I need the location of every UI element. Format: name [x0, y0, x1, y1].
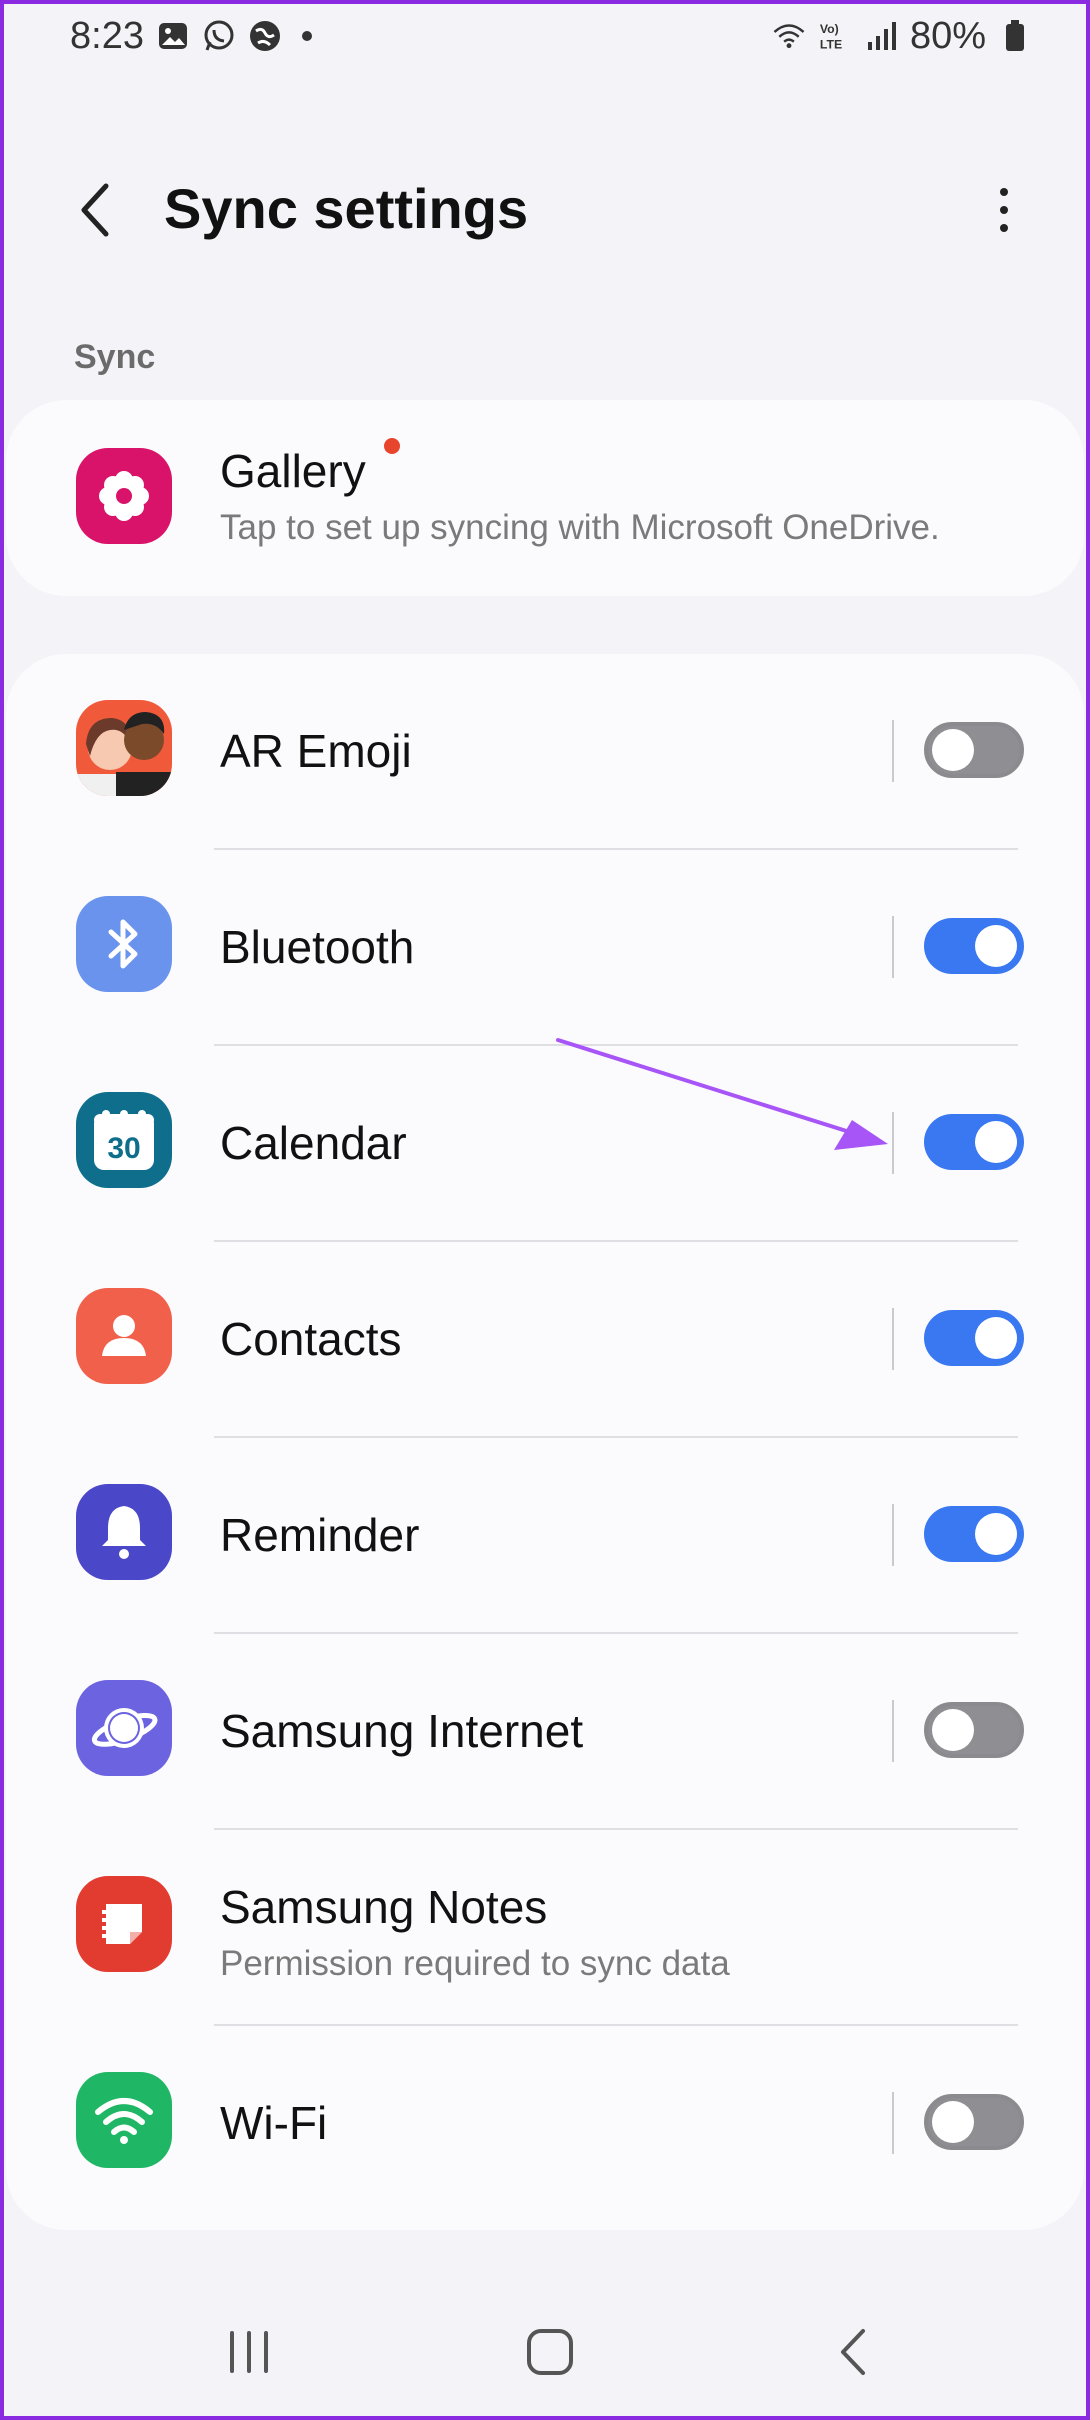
- whatsapp-icon: [202, 19, 236, 53]
- page-title: Sync settings: [164, 177, 529, 240]
- wifi-toggle[interactable]: [924, 2094, 1024, 2150]
- app-name: Samsung Internet: [220, 1705, 584, 1757]
- app-name: Samsung Notes: [220, 1881, 548, 1933]
- wifi-calling-icon: [772, 19, 806, 53]
- notification-badge: [384, 438, 400, 454]
- volte-icon: Vo) LTE: [818, 19, 852, 53]
- home-button[interactable]: [515, 2322, 585, 2382]
- section-label-sync: Sync: [74, 338, 156, 376]
- list-item-wifi[interactable]: Wi-Fi: [6, 2026, 1084, 2222]
- separator: [892, 1308, 894, 1370]
- battery-percent: 80%: [909, 14, 986, 57]
- status-bar: 8:23 Vo) LTE 80%: [0, 0, 1090, 72]
- calendar-icon: 30: [76, 1092, 172, 1188]
- navigation-bar: [0, 2300, 1090, 2400]
- signal-icon: [864, 19, 898, 53]
- gallery-subtitle: Tap to set up syncing with Microsoft One…: [220, 508, 940, 547]
- svg-text:Vo): Vo): [820, 22, 839, 36]
- list-item-samsung-internet[interactable]: Samsung Internet: [6, 1634, 1084, 1830]
- app-name: Bluetooth: [220, 921, 415, 973]
- separator: [892, 1112, 894, 1174]
- app-name: Wi-Fi: [220, 2097, 328, 2149]
- reminder-bell-icon: [76, 1484, 172, 1580]
- bluetooth-toggle[interactable]: [924, 918, 1024, 974]
- samsung-internet-icon: [76, 1680, 172, 1776]
- battery-icon: [998, 19, 1032, 53]
- gallery-title: Gallery: [220, 445, 366, 497]
- samsung-internet-toggle[interactable]: [924, 1702, 1024, 1758]
- list-item-ar-emoji[interactable]: AR Emoji: [6, 654, 1084, 850]
- recents-icon: [230, 2331, 268, 2373]
- list-item-samsung-notes[interactable]: Samsung Notes Permission required to syn…: [6, 1830, 1084, 2026]
- list-item-contacts[interactable]: Contacts: [6, 1242, 1084, 1438]
- list-item-reminder[interactable]: Reminder: [6, 1438, 1084, 1634]
- app-name: Reminder: [220, 1509, 420, 1561]
- list-item-bluetooth[interactable]: Bluetooth: [6, 850, 1084, 1046]
- svg-text:30: 30: [107, 1132, 140, 1165]
- vpn-globe-icon: [248, 19, 282, 53]
- contacts-icon: [76, 1288, 172, 1384]
- sync-apps-list: AR Emoji Bluetooth 30 Calendar Contacts …: [6, 654, 1084, 2230]
- reminder-toggle[interactable]: [924, 1506, 1024, 1562]
- gallery-notification-icon: [156, 19, 190, 53]
- more-options-button[interactable]: [974, 180, 1034, 240]
- samsung-notes-icon: [76, 1876, 172, 1972]
- separator: [892, 2092, 894, 2154]
- calendar-toggle[interactable]: [924, 1114, 1024, 1170]
- app-header: Sync settings: [0, 160, 1090, 260]
- back-button[interactable]: [66, 180, 126, 240]
- app-name: Calendar: [220, 1117, 407, 1169]
- recents-button[interactable]: [214, 2322, 284, 2382]
- contacts-toggle[interactable]: [924, 1310, 1024, 1366]
- svg-text:LTE: LTE: [820, 37, 842, 51]
- gallery-card[interactable]: Gallery Tap to set up syncing with Micro…: [6, 400, 1084, 596]
- chevron-left-icon: [81, 183, 109, 237]
- system-back-button[interactable]: [818, 2322, 888, 2382]
- gallery-flower-icon: [76, 448, 172, 544]
- status-time: 8:23: [70, 14, 144, 57]
- separator: [892, 1504, 894, 1566]
- ar-emoji-toggle[interactable]: [924, 722, 1024, 778]
- back-icon: [841, 2329, 865, 2375]
- app-name: Contacts: [220, 1313, 402, 1365]
- home-icon: [527, 2329, 573, 2375]
- separator: [892, 720, 894, 782]
- bluetooth-icon: [76, 896, 172, 992]
- separator: [892, 1700, 894, 1762]
- dot-icon: [301, 31, 312, 41]
- more-vertical-icon: [1000, 188, 1008, 196]
- ar-emoji-icon: [76, 700, 172, 796]
- separator: [892, 916, 894, 978]
- list-item-calendar[interactable]: 30 Calendar: [6, 1046, 1084, 1242]
- wifi-icon: [76, 2072, 172, 2168]
- app-name: AR Emoji: [220, 725, 412, 777]
- app-subtitle: Permission required to sync data: [220, 1944, 730, 1983]
